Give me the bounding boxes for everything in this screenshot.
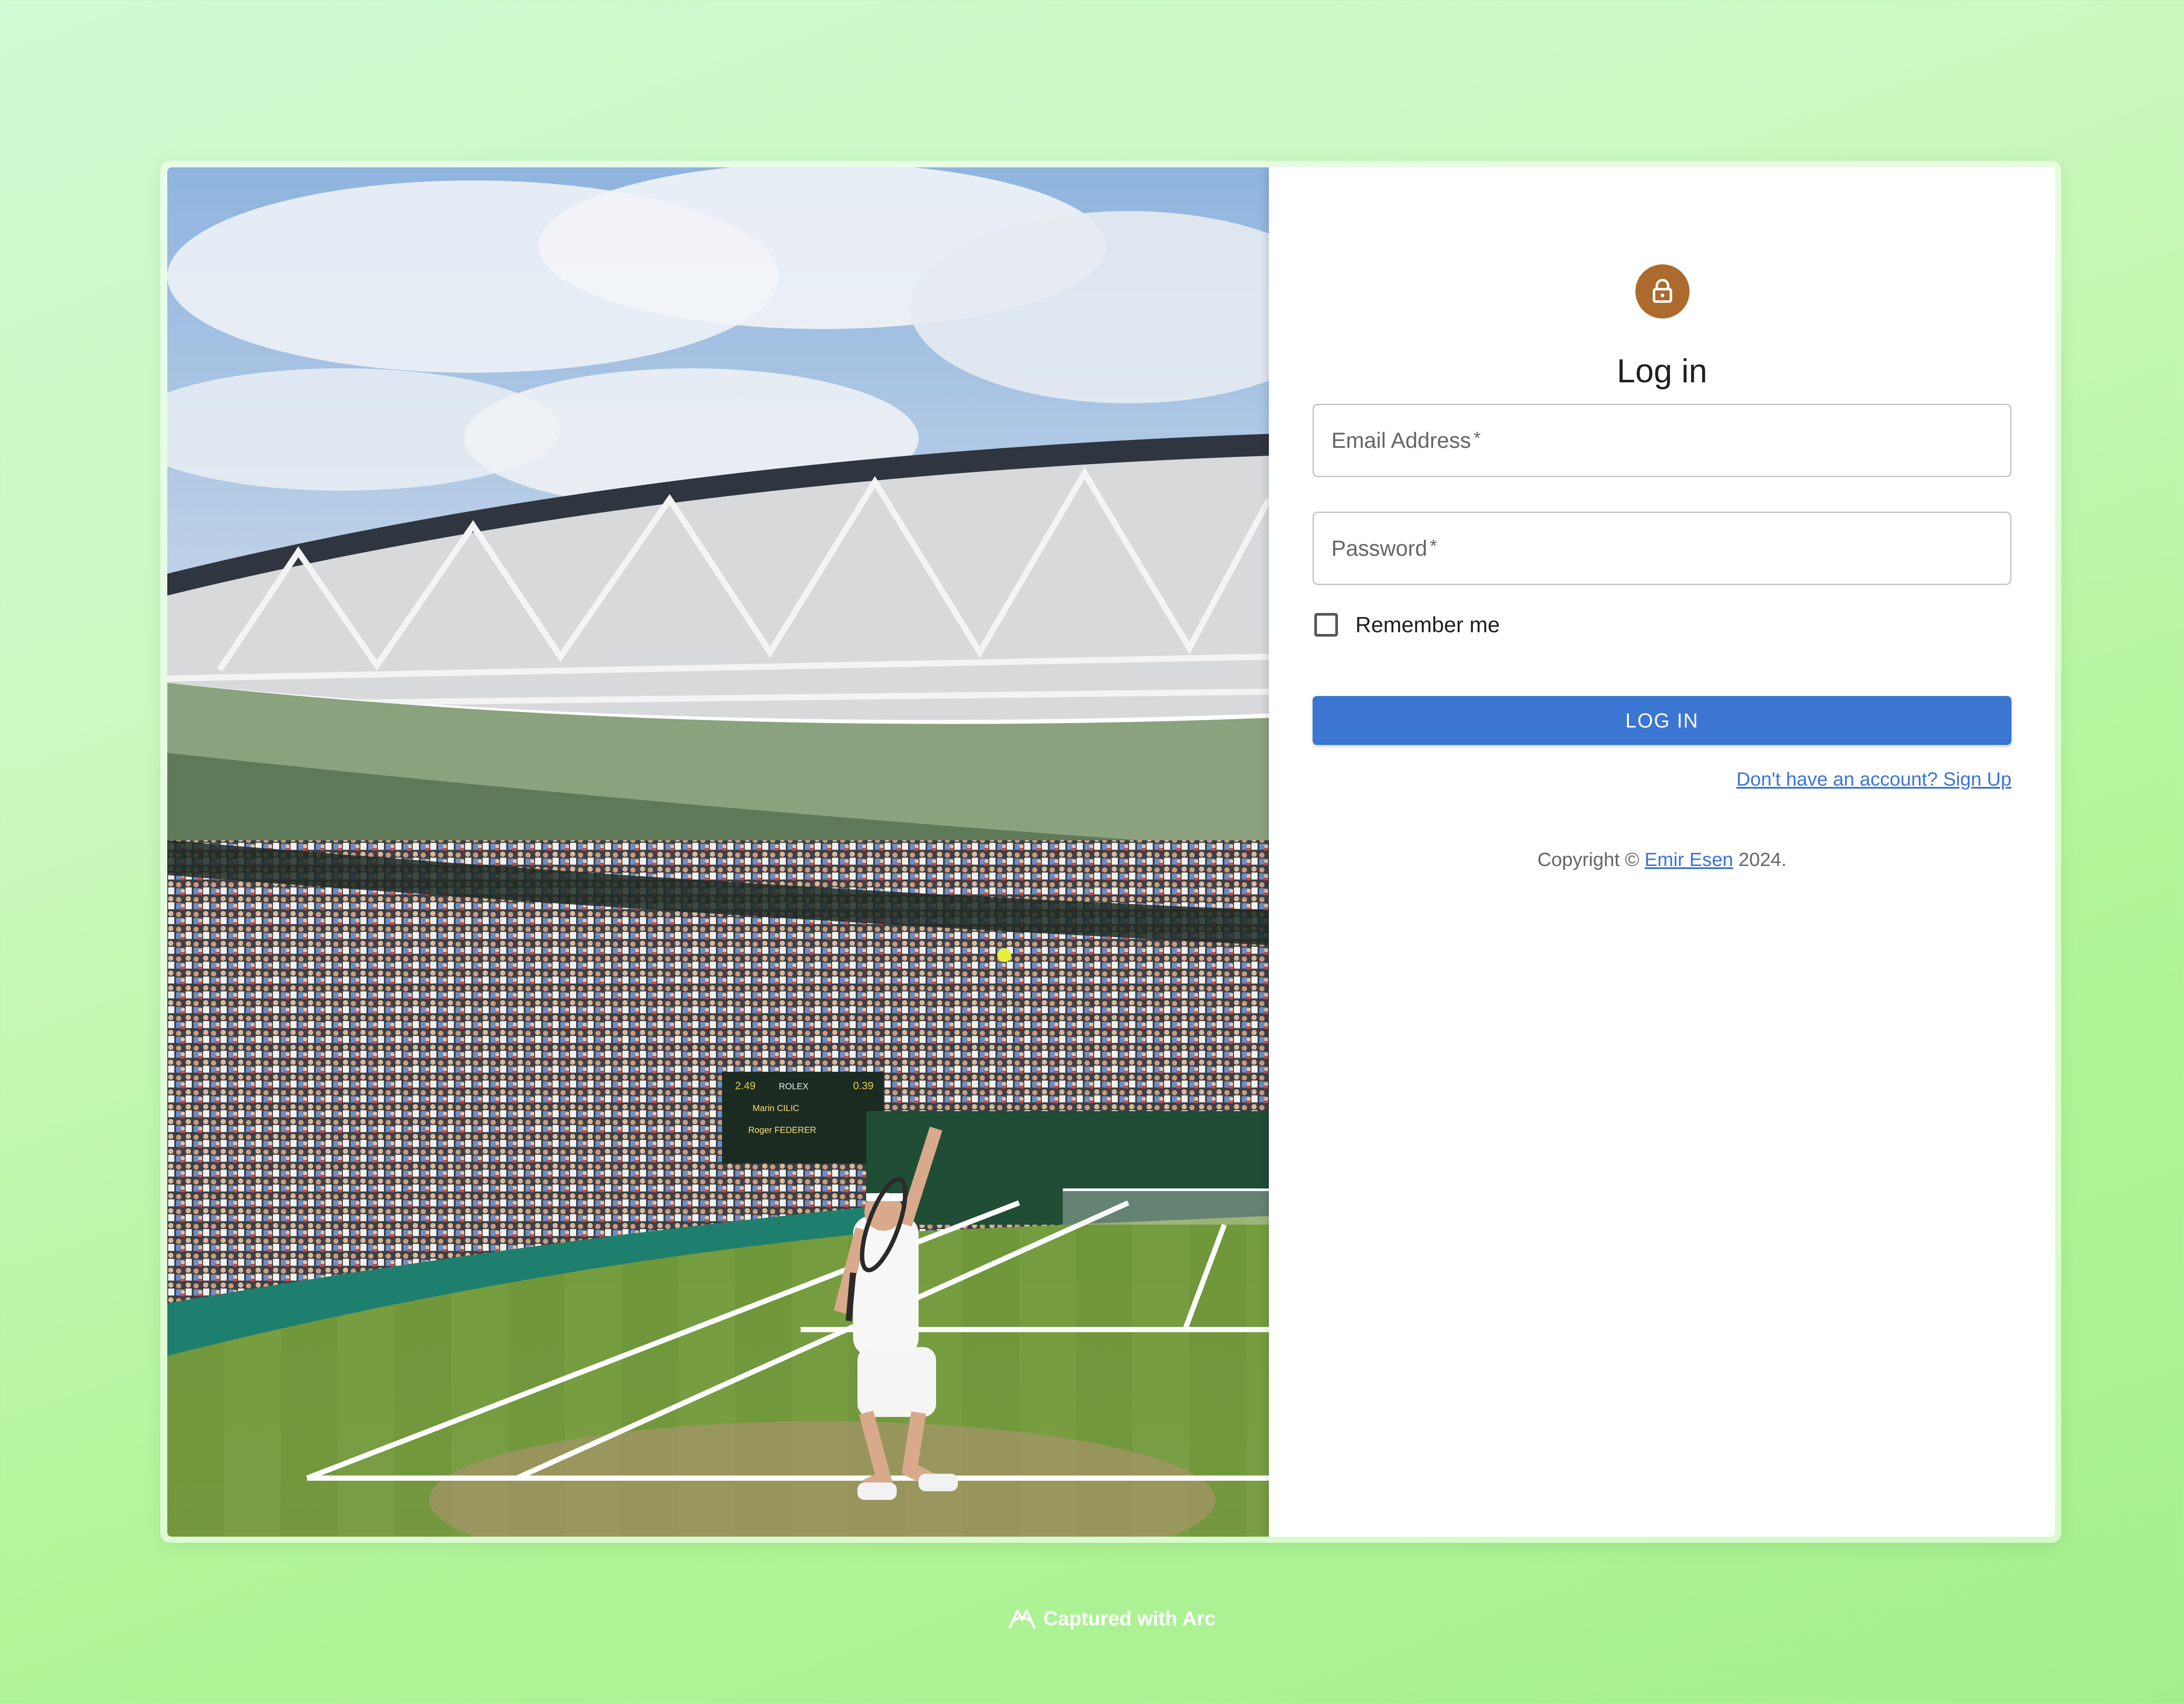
svg-text:2.49: 2.49 (735, 1080, 756, 1092)
page-title: Log in (1617, 352, 1707, 390)
password-input[interactable] (1314, 513, 2010, 584)
arc-logo-icon (1009, 1609, 1036, 1629)
login-panel: Log in Email Address * Password * Remember… (1269, 167, 2055, 1537)
email-input[interactable] (1314, 405, 2010, 476)
capture-badge-text: Captured with Arc (1043, 1607, 1216, 1630)
svg-text:Roger FEDERER: Roger FEDERER (748, 1126, 816, 1135)
signup-link[interactable]: Don't have an account? Sign Up (1736, 769, 2011, 790)
svg-text:0.39: 0.39 (853, 1080, 874, 1092)
svg-text:Marin CILIC: Marin CILIC (753, 1104, 799, 1113)
login-window: 2.49 ROLEX 0.39 Marin CILIC Roger FEDERE… (167, 167, 2055, 1537)
author-link[interactable]: Emir Esen (1645, 849, 1733, 870)
lock-icon (1652, 279, 1673, 303)
lock-avatar (1635, 264, 1690, 319)
copyright: Copyright © Emir Esen 2024. (1269, 849, 2055, 871)
email-field[interactable]: Email Address * (1313, 404, 2011, 477)
login-button[interactable]: LOG IN (1313, 696, 2011, 745)
remember-me-option[interactable]: Remember me (1314, 612, 1500, 637)
capture-badge: Captured with Arc (0, 1606, 2184, 1631)
svg-text:ROLEX: ROLEX (779, 1082, 809, 1091)
tennis-court-photo: 2.49 ROLEX 0.39 Marin CILIC Roger FEDERE… (167, 167, 1269, 1537)
copyright-year: 2024. (1738, 849, 1787, 870)
password-field[interactable]: Password * (1313, 512, 2011, 585)
hero-image: 2.49 ROLEX 0.39 Marin CILIC Roger FEDERE… (167, 167, 1269, 1537)
remember-me-checkbox[interactable] (1314, 613, 1338, 637)
copyright-prefix: Copyright © (1537, 849, 1639, 870)
tennis-ball (997, 948, 1011, 962)
remember-me-label: Remember me (1355, 613, 1500, 637)
